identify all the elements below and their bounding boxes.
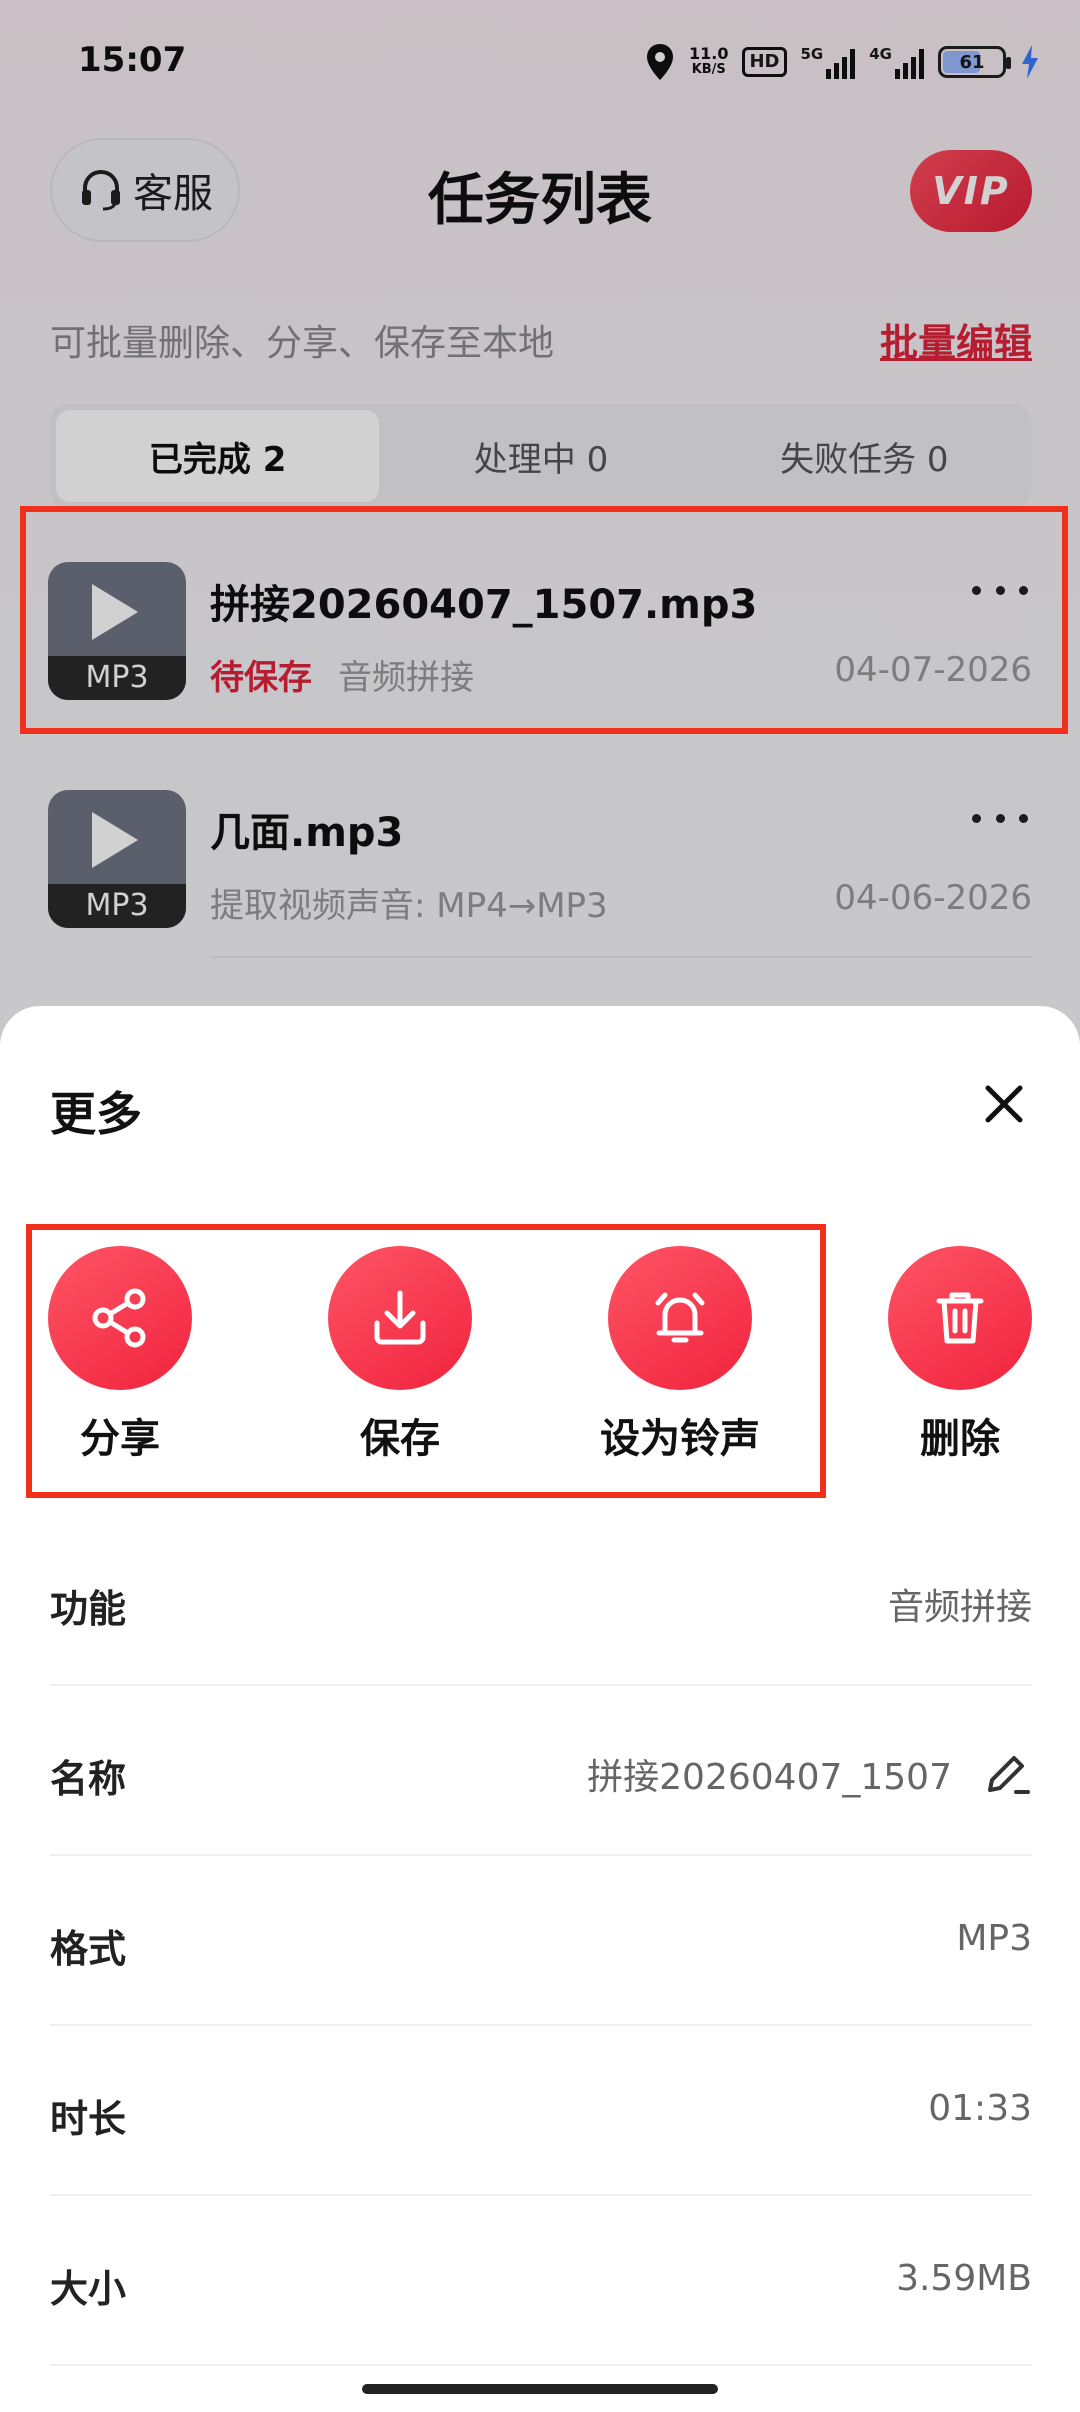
- info-row-function: 功能 音频拼接: [50, 1516, 1032, 1686]
- info-value-text: 3.59MB: [896, 2258, 1032, 2299]
- info-key: 格式: [50, 1927, 127, 1971]
- highlight-box-actions: [26, 1224, 826, 1498]
- info-value-text: 拼接20260407_1507: [587, 1757, 952, 1798]
- sheet-title: 更多: [50, 1087, 142, 1141]
- delete-label: 删除: [920, 1416, 1000, 1462]
- more-bottom-sheet: 更多 分享 保存 设为铃声 删除 功能 音频拼接 名称 拼接20260407_1…: [0, 1006, 1080, 2412]
- info-value: 01:33: [928, 2088, 1032, 2129]
- info-value: 音频拼接: [888, 1578, 1032, 1630]
- close-icon[interactable]: [976, 1076, 1032, 1132]
- info-key: 功能: [50, 1587, 127, 1631]
- home-indicator[interactable]: [362, 2384, 718, 2394]
- info-row-name[interactable]: 名称 拼接20260407_1507: [50, 1686, 1032, 1856]
- info-value-text: MP3: [956, 1918, 1032, 1959]
- delete-button[interactable]: 删除: [870, 1246, 1050, 1464]
- info-row-size: 大小 3.59MB: [50, 2196, 1032, 2366]
- trash-icon: [936, 1292, 984, 1344]
- info-key: 时长: [50, 2097, 127, 2141]
- highlight-box-task: [20, 506, 1068, 734]
- info-key: 大小: [50, 2267, 127, 2311]
- info-value: 拼接20260407_1507: [587, 1748, 1032, 1800]
- info-key: 名称: [50, 1757, 127, 1801]
- info-row-duration: 时长 01:33: [50, 2026, 1032, 2196]
- info-value: MP3: [956, 1918, 1032, 1959]
- delete-circle: [888, 1246, 1032, 1390]
- info-row-format: 格式 MP3: [50, 1856, 1032, 2026]
- info-value-text: 01:33: [928, 2088, 1032, 2129]
- info-value: 3.59MB: [896, 2258, 1032, 2299]
- edit-pencil-icon[interactable]: [980, 1748, 1032, 1800]
- info-value-text: 音频拼接: [887, 1587, 1032, 1628]
